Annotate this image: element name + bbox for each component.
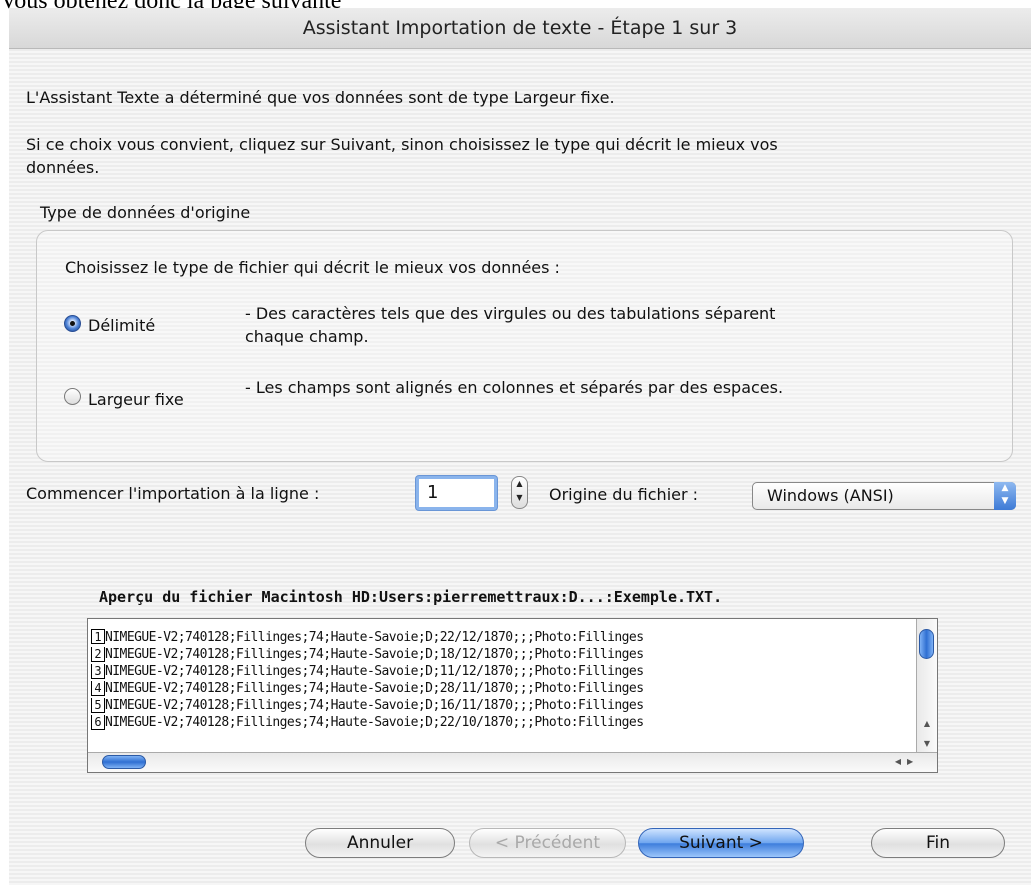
preview-row: 4 NIMEGUE-V2;740128;Fillinges;74;Haute-Sa…: [88, 680, 919, 697]
file-origin-value: Windows (ANSI): [767, 486, 894, 505]
next-button[interactable]: Suivant >: [638, 828, 804, 858]
preview-rows: 1 NIMEGUE-V2;740128;Fillinges;74;Haute-Sa…: [88, 629, 919, 731]
vertical-scroll-thumb[interactable]: [919, 629, 934, 659]
stepper-up-icon[interactable]: ▲: [512, 477, 527, 491]
fixed-width-description: - Les champs sont alignés en colonnes et…: [245, 378, 784, 397]
preview-row: 2 NIMEGUE-V2;740128;Fillinges;74;Haute-Sa…: [88, 646, 919, 663]
preview-row: 1 NIMEGUE-V2;740128;Fillinges;74;Haute-Sa…: [88, 629, 919, 646]
horizontal-scroll-thumb[interactable]: [102, 755, 146, 769]
popup-arrows-icon: ▲ ▼: [994, 482, 1016, 510]
row-number: 5: [91, 698, 105, 713]
preview-row: 6 NIMEGUE-V2;740128;Fillinges;74;Haute-Sa…: [88, 714, 919, 731]
vertical-scrollbar[interactable]: ▲ ▼: [916, 619, 937, 754]
fixed-width-radio[interactable]: [64, 388, 81, 405]
row-number: 6: [91, 715, 105, 730]
preview-row: 5 NIMEGUE-V2;740128;Fillinges;74;Haute-Sa…: [88, 697, 919, 714]
preview-row: 3 NIMEGUE-V2;740128;Fillinges;74;Haute-Sa…: [88, 663, 919, 680]
previous-button[interactable]: < Précédent: [469, 828, 626, 858]
file-preview[interactable]: 1 NIMEGUE-V2;740128;Fillinges;74;Haute-Sa…: [87, 618, 938, 773]
delimited-radio[interactable]: [64, 315, 81, 332]
instruction-text: Si ce choix vous convient, cliquez sur S…: [26, 135, 778, 154]
row-number: 4: [91, 681, 105, 696]
start-row-stepper[interactable]: ▲ ▼: [511, 476, 528, 509]
vertical-scroll-arrows-icon[interactable]: ▲ ▼: [917, 714, 937, 754]
file-origin-select[interactable]: Windows (ANSI) ▲ ▼: [752, 482, 1016, 510]
delimited-description: - Des caractères tels que des virgules o…: [245, 304, 776, 323]
row-data: NIMEGUE-V2;740128;Fillinges;74;Haute-Sav…: [105, 715, 644, 730]
row-data: NIMEGUE-V2;740128;Fillinges;74;Haute-Sav…: [105, 698, 644, 713]
window-title: Assistant Importation de texte - Étape 1…: [9, 8, 1031, 49]
stepper-down-icon[interactable]: ▼: [512, 491, 527, 505]
fixed-width-label[interactable]: Largeur fixe: [88, 390, 184, 409]
row-data: NIMEGUE-V2;740128;Fillinges;74;Haute-Sav…: [105, 647, 644, 662]
group-title: Type de données d'origine: [40, 203, 251, 222]
row-number: 3: [91, 664, 105, 679]
row-number: 1: [91, 629, 105, 644]
row-data: NIMEGUE-V2;740128;Fillinges;74;Haute-Sav…: [105, 664, 644, 679]
preview-title: Aperçu du fichier Macintosh HD:Users:pie…: [99, 588, 723, 606]
start-row-label: Commencer l'importation à la ligne :: [26, 484, 320, 503]
delimited-description-cont: chaque champ.: [245, 327, 369, 346]
row-data: NIMEGUE-V2;740128;Fillinges;74;Haute-Sav…: [105, 630, 644, 645]
delimited-label[interactable]: Délimité: [88, 316, 155, 335]
horizontal-scrollbar[interactable]: ◀▶: [88, 752, 937, 772]
cancel-button[interactable]: Annuler: [305, 828, 455, 858]
finish-button[interactable]: Fin: [871, 828, 1005, 858]
row-number: 2: [91, 647, 105, 662]
start-row-field[interactable]: 1: [416, 476, 497, 510]
file-origin-label: Origine du fichier :: [549, 485, 699, 504]
group-prompt: Choisissez le type de fichier qui décrit…: [65, 258, 560, 277]
intro-text: L'Assistant Texte a déterminé que vos do…: [26, 88, 615, 107]
instruction-text-cont: données.: [26, 158, 100, 177]
text-import-wizard-dialog: Assistant Importation de texte - Étape 1…: [9, 8, 1031, 885]
row-data: NIMEGUE-V2;740128;Fillinges;74;Haute-Sav…: [105, 681, 644, 696]
horizontal-scroll-arrows-icon[interactable]: ◀▶: [885, 753, 929, 771]
